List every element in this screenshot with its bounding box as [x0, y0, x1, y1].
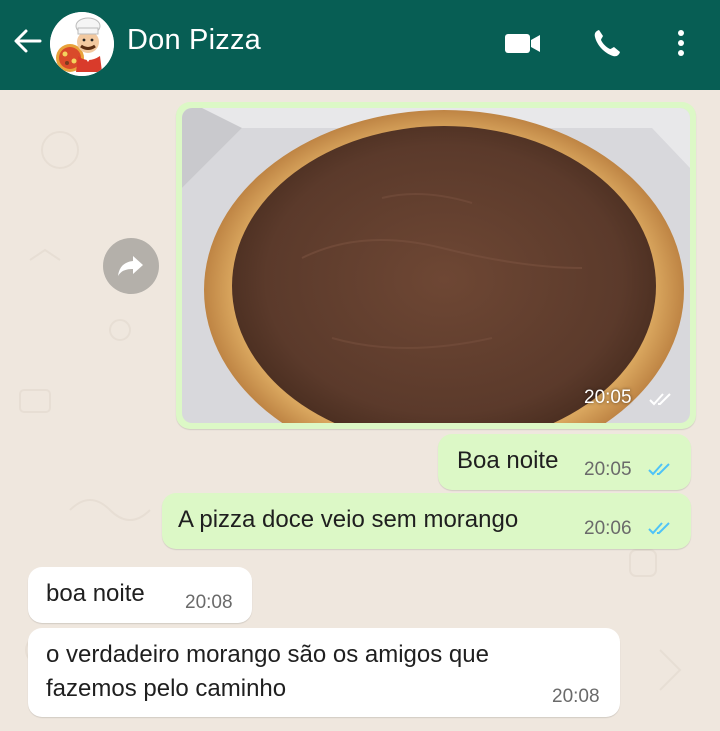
- pizza-photo[interactable]: [182, 108, 690, 423]
- avatar[interactable]: [50, 12, 114, 76]
- more-vert-icon[interactable]: [666, 26, 696, 60]
- incoming-message[interactable]: boa noite 20:08: [28, 567, 252, 623]
- contact-name[interactable]: Don Pizza: [127, 24, 261, 57]
- outgoing-message[interactable]: A pizza doce veio sem morango 20:06: [162, 493, 691, 549]
- message-text: Boa noite: [457, 447, 559, 474]
- read-ticks-icon: [648, 463, 670, 476]
- message-time: 20:08: [552, 686, 600, 707]
- message-time: 20:06: [584, 518, 632, 539]
- back-arrow-icon[interactable]: [10, 26, 46, 56]
- phone-icon[interactable]: [590, 26, 626, 60]
- read-ticks-icon: [648, 522, 670, 535]
- incoming-message[interactable]: o verdadeiro morango são os amigos que f…: [28, 628, 620, 717]
- message-text: A pizza doce veio sem morango: [178, 506, 519, 533]
- forward-arrow-icon: [118, 256, 143, 276]
- read-ticks-icon: [649, 393, 671, 406]
- message-time: 20:05: [584, 387, 632, 408]
- forward-button[interactable]: [103, 238, 159, 294]
- chef-logo-icon: [50, 12, 114, 76]
- message-text: boa noite: [46, 580, 145, 607]
- message-text: o verdadeiro morango são os amigos que f…: [46, 641, 489, 702]
- image-message[interactable]: 20:05: [176, 102, 696, 429]
- message-time: 20:08: [185, 592, 233, 613]
- chat-area[interactable]: 20:05 Boa noite 20:05 A pizza doce veio …: [0, 90, 720, 731]
- chat-header: Don Pizza: [0, 0, 720, 90]
- message-time: 20:05: [584, 459, 632, 480]
- outgoing-message[interactable]: Boa noite 20:05: [438, 434, 691, 490]
- video-call-icon[interactable]: [502, 26, 544, 60]
